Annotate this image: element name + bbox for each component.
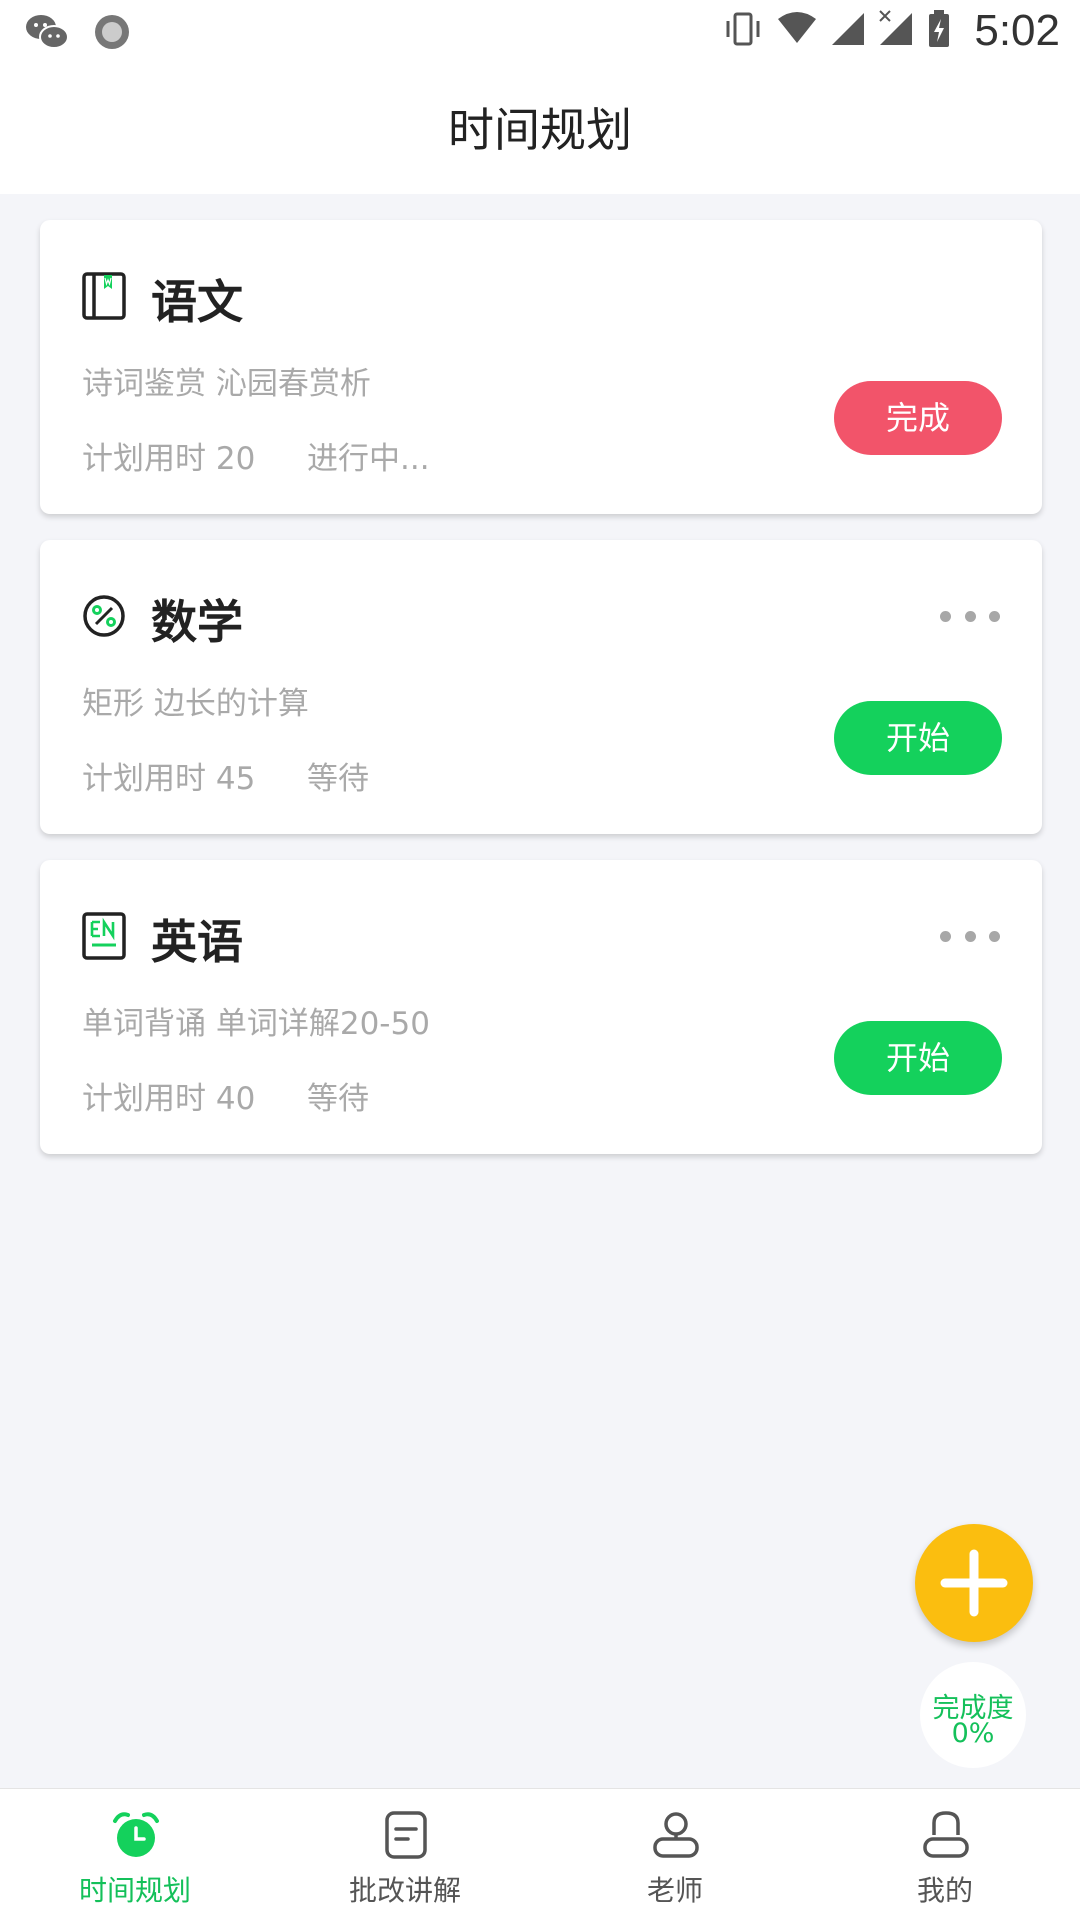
plus-icon — [940, 1549, 1008, 1617]
start-button[interactable]: 开始 — [834, 1021, 1002, 1095]
planned-time: 计划用时 20 — [82, 441, 256, 477]
subject-title: 英语 — [151, 915, 243, 969]
subject-title: 数学 — [151, 595, 243, 649]
task-card-chinese[interactable]: 语文 诗词鉴赏 沁园春赏析 计划用时 20 进行中... 完成 — [40, 220, 1042, 514]
wifi-icon — [776, 9, 818, 53]
completion-value: 0% — [951, 1718, 995, 1749]
tab-label: 我的 — [916, 1874, 973, 1907]
more-options-icon[interactable] — [940, 608, 1000, 624]
task-description: 矩形 边长的计算 — [82, 686, 309, 722]
battery-charging-icon — [926, 9, 952, 53]
document-icon — [380, 1809, 432, 1861]
tab-mine[interactable]: 我的 — [810, 1789, 1080, 1920]
task-description: 诗词鉴赏 沁园春赏析 — [82, 366, 371, 402]
status-system-icons: 5:02 — [722, 6, 1060, 56]
app-header: 时间规划 — [0, 64, 1080, 194]
tab-teacher[interactable]: 老师 — [540, 1789, 810, 1920]
planned-time: 计划用时 45 — [82, 761, 256, 797]
status-bar: 5:02 — [0, 0, 1080, 64]
task-card-english[interactable]: 英语 单词背诵 单词详解20-50 计划用时 40 等待 开始 — [40, 860, 1042, 1154]
tab-label: 批改讲解 — [348, 1874, 461, 1907]
profile-icon — [920, 1809, 972, 1861]
start-button[interactable]: 开始 — [834, 701, 1002, 775]
tab-time-planning[interactable]: 时间规划 — [0, 1789, 270, 1920]
tab-label: 时间规划 — [78, 1874, 191, 1907]
record-icon — [92, 12, 132, 56]
subject-title: 语文 — [151, 275, 243, 329]
tab-label: 老师 — [646, 1874, 703, 1907]
bottom-tab-bar: 时间规划 批改讲解 老师 我的 — [0, 1788, 1080, 1920]
tab-correction[interactable]: 批改讲解 — [270, 1789, 540, 1920]
page-title: 时间规划 — [448, 103, 632, 157]
teacher-icon — [650, 1809, 702, 1861]
complete-button[interactable]: 完成 — [834, 381, 1002, 455]
percent-icon — [82, 592, 126, 640]
task-status: 等待 — [307, 1081, 369, 1117]
task-status: 等待 — [307, 761, 369, 797]
task-status: 进行中... — [307, 441, 430, 477]
signal-no-service-icon — [878, 9, 914, 53]
status-notification-icons — [24, 12, 132, 56]
wechat-icon — [24, 12, 70, 56]
book-icon — [82, 272, 126, 320]
more-options-icon[interactable] — [940, 928, 1000, 944]
planned-time: 计划用时 40 — [82, 1081, 256, 1117]
alarm-clock-icon — [110, 1809, 162, 1861]
add-task-button[interactable] — [915, 1524, 1033, 1642]
signal-icon — [830, 9, 866, 53]
task-description: 单词背诵 单词详解20-50 — [82, 1006, 430, 1042]
vibrate-icon — [722, 9, 764, 53]
task-card-math[interactable]: 数学 矩形 边长的计算 计划用时 45 等待 开始 — [40, 540, 1042, 834]
en-icon — [82, 912, 126, 960]
completion-indicator[interactable]: 完成度 0% — [920, 1662, 1026, 1768]
status-time: 5:02 — [974, 6, 1060, 55]
